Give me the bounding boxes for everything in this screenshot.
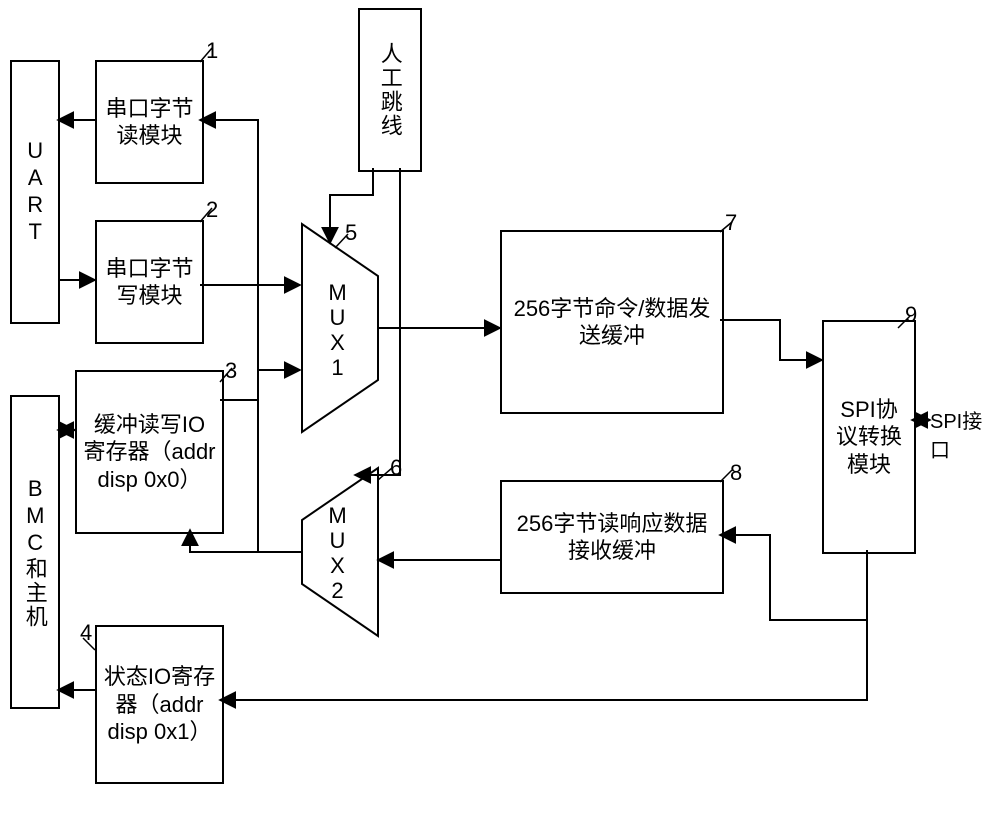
connectors	[0, 0, 1000, 825]
